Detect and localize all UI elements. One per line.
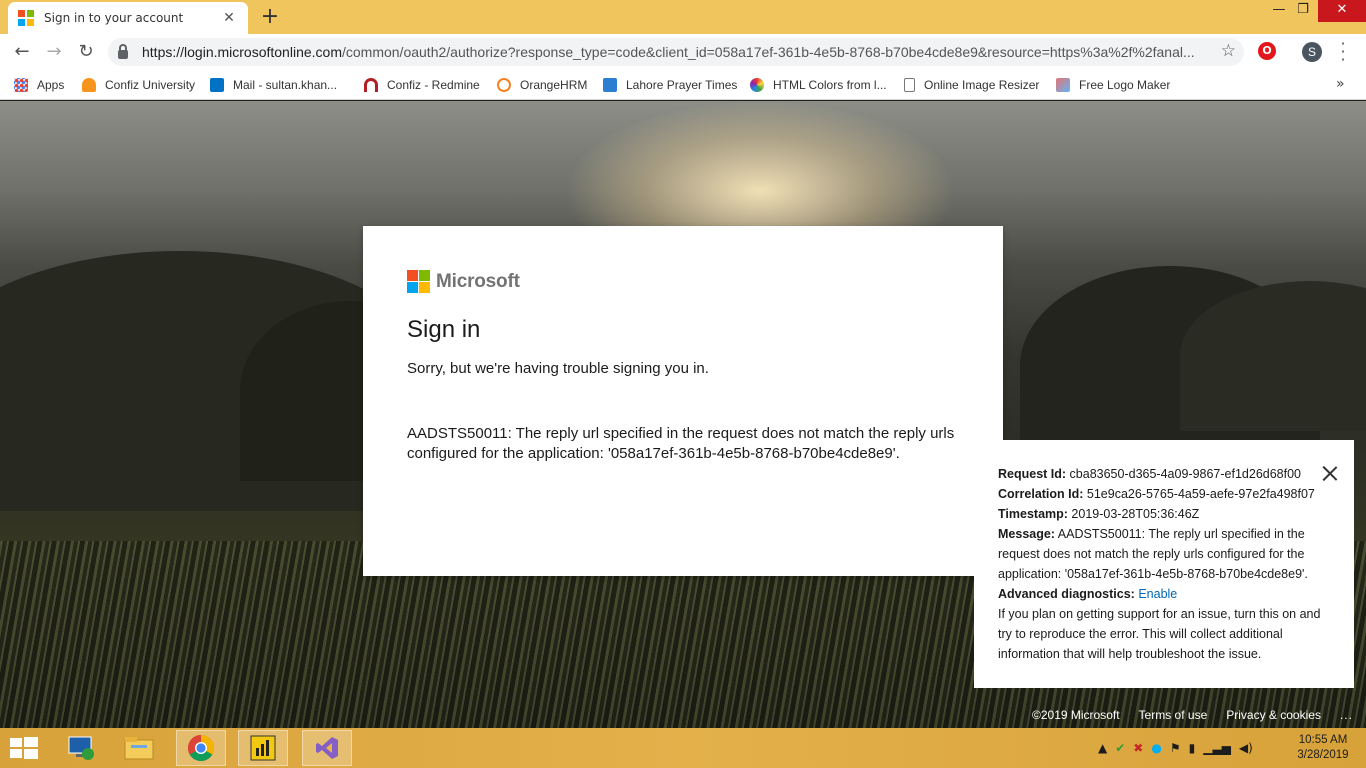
new-tab-button[interactable]: + — [258, 4, 282, 30]
more-options-icon[interactable]: ... — [1340, 708, 1353, 722]
bookmark-redmine[interactable]: Confiz - Redmine — [364, 76, 480, 94]
timestamp-value: 2019-03-28T05:36:46Z — [1071, 507, 1200, 521]
bookmark-free-logo-maker[interactable]: Free Logo Maker — [1056, 76, 1170, 94]
page-footer: ©2019 Microsoft Terms of use Privacy & c… — [1032, 706, 1353, 724]
logo-maker-icon — [1056, 78, 1070, 92]
copyright-text: ©2019 Microsoft — [1032, 708, 1120, 722]
battery-icon[interactable]: ▮ — [1189, 741, 1196, 755]
bookmark-orangehrm[interactable]: OrangeHRM — [497, 76, 587, 94]
close-icon[interactable] — [1322, 466, 1338, 482]
tab-close-icon[interactable]: ✕ — [220, 10, 238, 26]
apps-grid-icon — [14, 78, 28, 92]
bookmarks-bar: Apps Confiz University Mail - sultan.kha… — [0, 70, 1366, 100]
orangehrm-icon — [497, 78, 511, 92]
microsoft-favicon-icon — [18, 10, 34, 26]
visual-studio-icon[interactable] — [302, 730, 352, 766]
action-center-flag-icon[interactable]: ⚑ — [1170, 741, 1181, 755]
file-explorer-icon[interactable] — [114, 730, 164, 766]
volume-icon[interactable]: ◀) — [1239, 741, 1253, 755]
microsoft-logo: Microsoft — [407, 270, 520, 293]
error-summary: Sorry, but we're having trouble signing … — [407, 360, 709, 377]
signal-strength-icon[interactable]: ▁▃▅ — [1203, 741, 1231, 755]
windows-start-icon[interactable] — [10, 737, 38, 759]
address-bar[interactable]: https://login.microsoftonline.com/common… — [108, 38, 1244, 66]
request-id-value: cba83650-d365-4a09-9867-ef1d26d68f00 — [1069, 467, 1301, 481]
system-tray: ▲ ✔ ✖ ● ⚑ ▮ ▁▃▅ ◀) — [1098, 738, 1261, 758]
privacy-cookies-link[interactable]: Privacy & cookies — [1226, 708, 1321, 722]
outlook-icon — [210, 78, 224, 92]
error-message: AADSTS50011: The reply url specified in … — [407, 425, 955, 462]
signin-card: Microsoft Sign in Sorry, but we're havin… — [363, 226, 1003, 576]
browser-tab-active[interactable]: Sign in to your account ✕ — [8, 2, 248, 34]
correlation-id-row: Correlation Id: 51e9ca26-5765-4a59-aefe-… — [998, 487, 1315, 501]
bookmark-mail[interactable]: Mail - sultan.khan... — [210, 76, 337, 94]
show-hidden-icons-icon[interactable]: ▲ — [1098, 741, 1107, 755]
remote-desktop-icon[interactable] — [56, 730, 106, 766]
timestamp-row: Timestamp: 2019-03-28T05:36:46Z — [998, 507, 1200, 521]
correlation-id-value: 51e9ca26-5765-4a59-aefe-97e2fa498f07 — [1086, 487, 1315, 501]
network-warning-icon[interactable]: ✖ — [1133, 741, 1143, 755]
back-arrow-icon[interactable]: ← — [10, 40, 34, 64]
profile-avatar[interactable]: S — [1302, 42, 1322, 62]
forward-arrow-icon[interactable]: → — [42, 40, 66, 64]
clock-date: 3/28/2019 — [1297, 749, 1349, 761]
power-bi-icon[interactable] — [238, 730, 288, 766]
url-text[interactable]: https://login.microsoftonline.com/common… — [142, 44, 1208, 60]
window-maximize-button[interactable]: ❐ — [1288, 0, 1318, 22]
advanced-diagnostics-row: Advanced diagnostics: Enable — [998, 587, 1178, 601]
enable-diagnostics-link[interactable]: Enable — [1138, 587, 1177, 601]
lock-icon[interactable] — [118, 43, 128, 59]
reload-icon[interactable]: ↻ — [74, 40, 98, 64]
tab-title: Sign in to your account — [44, 11, 184, 25]
bookmark-apps[interactable]: Apps — [14, 76, 64, 94]
page-title: Sign in — [407, 316, 481, 343]
opera-extension-icon[interactable]: O — [1258, 42, 1276, 60]
confiz-icon — [82, 78, 96, 92]
browser-menu-icon[interactable]: · · · — [1336, 36, 1350, 68]
microsoft-wordmark: Microsoft — [436, 270, 520, 292]
windows-taskbar: ▲ ✔ ✖ ● ⚑ ▮ ▁▃▅ ◀) 10:55 AM 3/28/2019 — [0, 728, 1366, 768]
bookmark-star-icon[interactable]: ☆ — [1221, 41, 1236, 61]
security-shield-icon[interactable]: ✔ — [1115, 741, 1125, 755]
clock-time: 10:55 AM — [1298, 734, 1348, 746]
microsoft-logo-icon — [407, 270, 430, 293]
bookmarks-overflow-icon[interactable]: » — [1336, 76, 1345, 92]
redmine-icon — [364, 78, 378, 92]
browser-tab-bar: Sign in to your account ✕ + — ❐ ✕ — [0, 0, 1366, 34]
bookmark-confiz-university[interactable]: Confiz University — [82, 76, 195, 94]
window-close-button[interactable]: ✕ — [1318, 0, 1366, 22]
page-icon — [904, 78, 915, 92]
browser-toolbar: ← → ↻ https://login.microsoftonline.com/… — [0, 34, 1366, 70]
bookmark-online-image-resizer[interactable]: Online Image Resizer — [904, 76, 1039, 94]
taskbar-clock[interactable]: 10:55 AM 3/28/2019 — [1288, 733, 1358, 763]
color-wheel-icon — [750, 78, 764, 92]
bookmark-html-colors[interactable]: HTML Colors from l... — [750, 76, 887, 94]
chrome-icon[interactable] — [176, 730, 226, 766]
message-row: Message: AADSTS50011: The reply url spec… — [998, 527, 1308, 581]
prayer-icon — [603, 78, 617, 92]
terms-of-use-link[interactable]: Terms of use — [1139, 708, 1208, 722]
advanced-diagnostics-help: If you plan on getting support for an is… — [998, 607, 1321, 661]
request-id-row: Request Id: cba83650-d365-4a09-9867-ef1d… — [998, 467, 1301, 481]
skype-icon[interactable]: ● — [1151, 741, 1161, 755]
bookmark-lahore-prayer-times[interactable]: Lahore Prayer Times — [603, 76, 737, 94]
troubleshooting-details-panel: Request Id: cba83650-d365-4a09-9867-ef1d… — [974, 440, 1354, 688]
